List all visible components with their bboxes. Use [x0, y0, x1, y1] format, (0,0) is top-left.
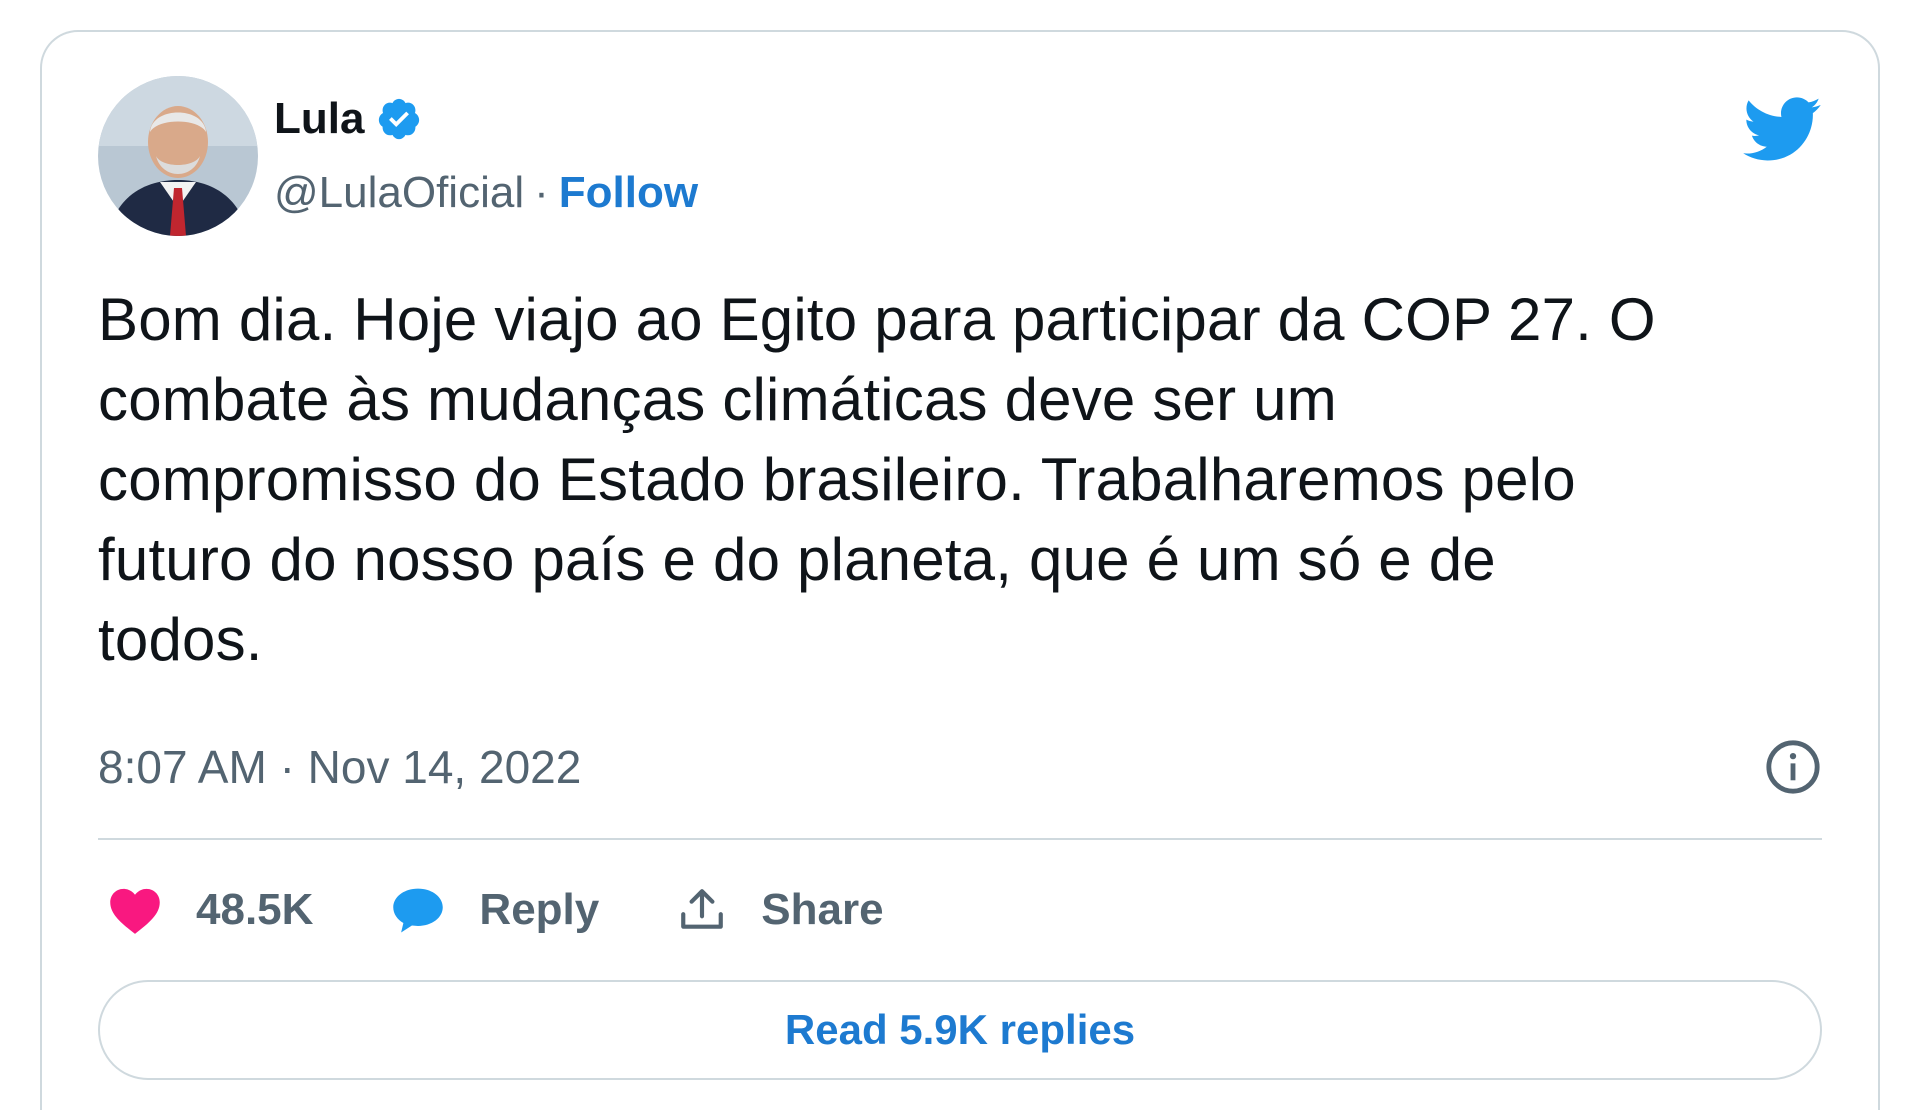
speech-bubble-icon [393, 888, 444, 933]
avatar-image [98, 76, 258, 236]
handle-separator: · [534, 168, 549, 217]
author-handle-row: @LulaOficial · Follow [274, 168, 698, 218]
avatar[interactable] [98, 76, 258, 236]
tweet-embed-card: Lula @LulaOficial · Follow Bom dia. Hoje… [40, 30, 1880, 1110]
tweet-text: Bom dia. Hoje viajo ao Egito para partic… [98, 286, 1656, 673]
read-replies-button[interactable]: Read 5.9K replies [98, 980, 1822, 1080]
divider [98, 838, 1822, 840]
twitter-bird-icon[interactable] [1740, 88, 1822, 170]
timestamp-separator: · [279, 741, 295, 793]
reply-label: Reply [479, 885, 600, 934]
author-display-name[interactable]: Lula [274, 94, 364, 144]
follow-button[interactable]: Follow [559, 168, 698, 218]
share-upload-icon [681, 889, 724, 929]
tweet-timestamp[interactable]: 8:07 AM · Nov 14, 2022 [98, 740, 581, 794]
reply-button[interactable]: Reply [391, 885, 599, 935]
author-name-row: Lula [274, 94, 422, 144]
info-icon[interactable] [1764, 738, 1822, 796]
share-button[interactable]: Share [677, 885, 884, 935]
verified-badge-icon [379, 98, 420, 140]
tweet-date: Nov 14, 2022 [307, 741, 582, 793]
share-label: Share [761, 885, 884, 934]
action-bar: 48.5K Reply Share [108, 878, 962, 942]
author-handle[interactable]: @LulaOficial [274, 168, 524, 218]
like-button[interactable]: 48.5K [108, 885, 313, 935]
heart-icon [110, 888, 160, 934]
like-count: 48.5K [196, 885, 314, 934]
tweet-time: 8:07 AM [98, 741, 267, 793]
